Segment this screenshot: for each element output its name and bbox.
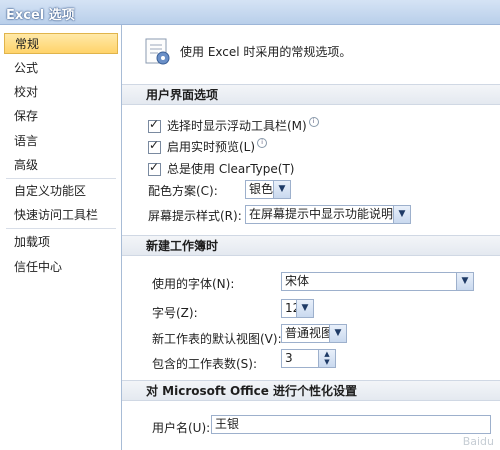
font-label: 使用的字体(N):: [152, 277, 235, 291]
sidebar-item-language[interactable]: 语言: [4, 131, 118, 152]
page-title: 使用 Excel 时采用的常规选项。: [180, 45, 352, 59]
sidebar-item-addins[interactable]: 加载项: [4, 232, 118, 253]
checkbox-checked-icon[interactable]: [148, 138, 161, 154]
options-panel: 使用 Excel 时采用的常规选项。 用户界面选项 选择时显示浮动工具栏(M)i…: [122, 25, 500, 450]
sidebar-item-general[interactable]: 常规: [4, 33, 118, 54]
username-input[interactable]: 王银: [211, 415, 491, 434]
section-ui-options: 用户界面选项: [122, 84, 500, 105]
stepper-arrows-icon[interactable]: ▲ ▼: [318, 350, 335, 367]
font-size-label: 字号(Z):: [152, 306, 198, 320]
options-icon: [142, 37, 172, 70]
default-view-label: 新工作表的默认视图(V):: [152, 332, 282, 346]
select-value: 宋体: [285, 274, 310, 288]
checkbox-label: 选择时显示浮动工具栏(M): [167, 119, 307, 133]
sidebar-item-save[interactable]: 保存: [4, 106, 118, 127]
section-new-workbook: 新建工作簿时: [122, 235, 500, 256]
sidebar-item-quick-access-toolbar[interactable]: 快速访问工具栏: [4, 205, 118, 226]
username-label: 用户名(U):: [152, 421, 211, 435]
watermark-logo: Baidu: [462, 435, 494, 448]
checkbox-checked-icon[interactable]: [148, 117, 161, 133]
sheet-count-stepper[interactable]: 3 ▲ ▼: [281, 349, 336, 368]
sidebar-item-trust-center[interactable]: 信任中心: [4, 257, 118, 278]
window-titlebar: Excel 选项: [0, 0, 500, 25]
chevron-down-icon[interactable]: ▼: [456, 273, 473, 290]
sidebar: 常规 公式 校对 保存 语言 高级 自定义功能区 快速访问工具栏 加载项 信任中…: [0, 25, 122, 450]
page-header: 使用 Excel 时采用的常规选项。: [122, 25, 500, 81]
select-value: 在屏幕提示中显示功能说明: [249, 207, 394, 221]
chevron-down-icon[interactable]: ▼: [273, 181, 290, 198]
info-icon: i: [308, 117, 319, 127]
checkbox-label: 总是使用 ClearType(T): [167, 162, 295, 176]
sidebar-item-customize-ribbon[interactable]: 自定义功能区: [4, 181, 118, 202]
checkbox-label: 启用实时预览(L): [167, 140, 256, 154]
select-value: 普通视图: [285, 326, 334, 340]
sidebar-item-formulas[interactable]: 公式: [4, 58, 118, 79]
checkbox-mini-toolbar[interactable]: 选择时显示浮动工具栏(M)i: [148, 117, 319, 134]
sidebar-divider: [6, 178, 116, 179]
window-title: Excel 选项: [6, 8, 75, 23]
section-personalize: 对 Microsoft Office 进行个性化设置: [122, 380, 500, 401]
chevron-down-icon[interactable]: ▼: [296, 300, 313, 317]
sidebar-divider: [6, 228, 116, 229]
color-scheme-label: 配色方案(C):: [148, 184, 218, 198]
tooltip-style-select[interactable]: 在屏幕提示中显示功能说明 ▼: [245, 205, 411, 224]
chevron-down-icon[interactable]: ▼: [393, 206, 410, 223]
sidebar-item-advanced[interactable]: 高级: [4, 155, 118, 176]
sheet-count-label: 包含的工作表数(S):: [152, 357, 258, 371]
checkbox-live-preview[interactable]: 启用实时预览(L)i: [148, 138, 268, 155]
chevron-down-icon[interactable]: ▼: [329, 325, 346, 342]
checkbox-checked-icon[interactable]: [148, 160, 161, 176]
color-scheme-select[interactable]: 银色 ▼: [245, 180, 291, 199]
info-icon: i: [257, 138, 268, 148]
checkbox-cleartype[interactable]: 总是使用 ClearType(T): [148, 160, 294, 177]
select-value: 银色: [249, 182, 274, 196]
default-view-select[interactable]: 普通视图 ▼: [281, 324, 347, 343]
font-size-select[interactable]: 12 ▼: [281, 299, 314, 318]
stepper-value: 3: [285, 351, 293, 365]
sidebar-item-proofing[interactable]: 校对: [4, 82, 118, 103]
tooltip-style-label: 屏幕提示样式(R):: [148, 209, 242, 223]
font-select[interactable]: 宋体 ▼: [281, 272, 474, 291]
